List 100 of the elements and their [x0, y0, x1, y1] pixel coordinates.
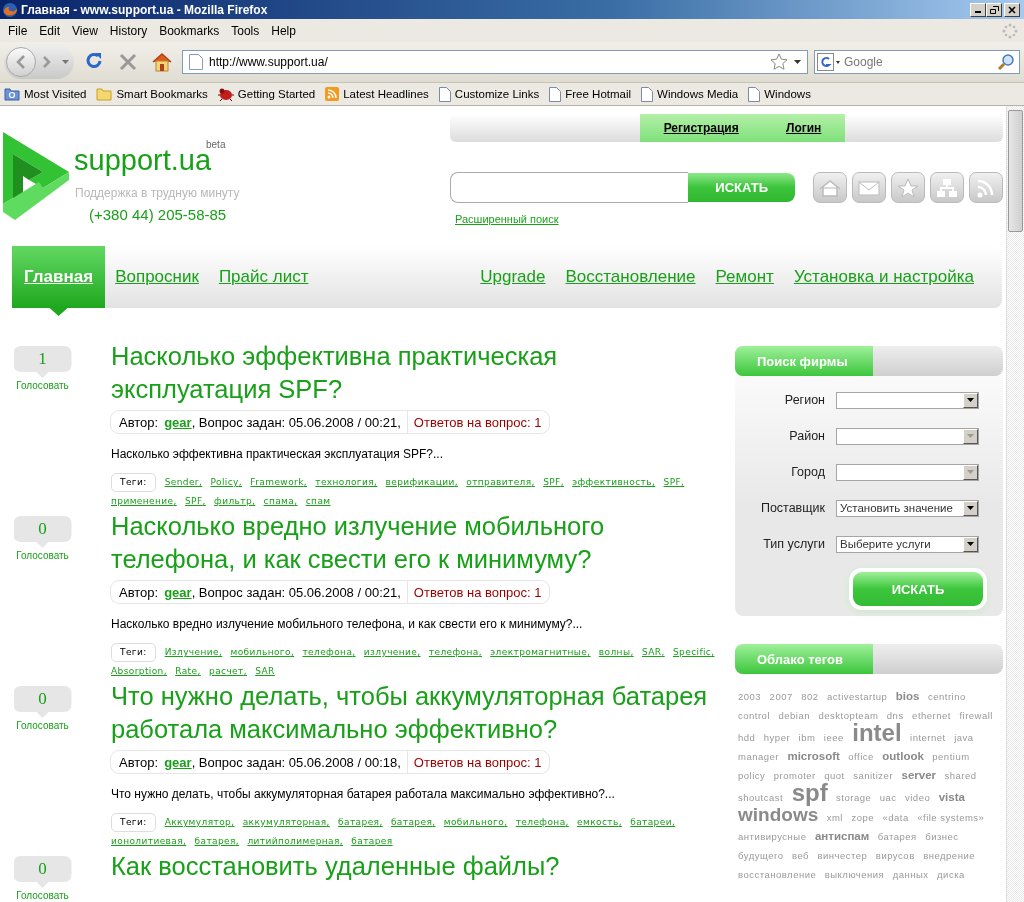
tag-link[interactable]: мобильного, [443, 817, 508, 827]
tag-link[interactable]: батарея, [338, 817, 383, 827]
select-field[interactable]: Установить значение [836, 499, 979, 517]
cloud-tag[interactable]: ieee [823, 732, 844, 743]
question-title[interactable]: Насколько эффективна практическая эксплуатация SPF? [111, 340, 723, 406]
menu-item[interactable]: File [2, 23, 34, 38]
cloud-tag[interactable]: java [954, 732, 974, 743]
cloud-tag[interactable]: hdd [738, 732, 756, 743]
cloud-tag[interactable]: firewall [959, 710, 993, 721]
tag-link[interactable]: электромагнитные, [490, 647, 591, 657]
cloud-tag[interactable]: pentium [932, 751, 970, 762]
tag-link[interactable]: SPF, [185, 496, 206, 506]
bookmark-item[interactable]: Free Hotmail [549, 86, 632, 102]
tag-link[interactable]: верификации, [385, 477, 458, 487]
question-title[interactable]: Что нужно делать, чтобы аккумуляторная батарея работала максимально эффективно? [111, 680, 723, 746]
menu-item[interactable]: Help [265, 23, 302, 38]
tag-link[interactable]: Specific, [672, 647, 715, 657]
cloud-tag[interactable]: video [905, 792, 931, 803]
bookmark-item[interactable]: Windows Media [641, 86, 739, 102]
bookmark-item[interactable]: Getting Started [217, 87, 316, 101]
tag-link[interactable]: емкость, [577, 817, 622, 827]
cloud-tag[interactable]: ibm [798, 732, 816, 743]
cloud-tag[interactable]: винчестер [817, 850, 868, 861]
nav-tab[interactable]: Ремонт [705, 246, 784, 308]
cloud-tag[interactable]: «file systems» [917, 812, 985, 823]
vote-link[interactable]: Голосовать [16, 720, 69, 731]
tag-link[interactable]: эффективность, [572, 477, 656, 487]
cloud-tag[interactable]: storage [836, 792, 872, 803]
tag-link[interactable]: SAR [255, 666, 275, 676]
address-field[interactable]: http://www.support.ua/ [182, 50, 808, 74]
vote-link[interactable]: Голосовать [16, 890, 69, 901]
cloud-tag[interactable]: hyper [763, 732, 791, 743]
cloud-tag[interactable]: sanitizer [853, 770, 894, 781]
cloud-tag[interactable]: «data [882, 812, 909, 823]
cloud-tag[interactable]: dns [886, 710, 904, 721]
tag-link[interactable]: SPF, [543, 477, 564, 487]
author-link[interactable]: gear [164, 754, 192, 770]
cloud-tag[interactable]: promoter [773, 770, 816, 781]
back-button[interactable] [6, 47, 36, 77]
bookmark-item[interactable]: Latest Headlines [325, 87, 429, 101]
author-link[interactable]: gear [164, 584, 192, 600]
tag-link[interactable]: применение, [111, 496, 177, 506]
tag-link[interactable]: литийполимерная, [247, 836, 344, 846]
nav-tab[interactable]: Upgrade [470, 246, 556, 308]
tag-link[interactable]: телефона, [515, 817, 569, 827]
tag-link[interactable]: излучение, [363, 647, 421, 657]
cloud-tag[interactable]: диска [937, 869, 965, 880]
star-icon[interactable] [770, 53, 788, 71]
rss-icon[interactable] [969, 172, 1003, 203]
search-button[interactable]: ИСКАТЬ [688, 173, 795, 202]
menu-item[interactable]: Bookmarks [153, 23, 226, 38]
search-field[interactable]: Google [814, 50, 1020, 74]
cloud-tag[interactable]: антиспам [814, 830, 870, 842]
cloud-tag[interactable]: shoutcast [738, 792, 784, 803]
cloud-tag[interactable]: ethernet [912, 710, 951, 721]
bookmark-item[interactable]: Customize Links [438, 86, 540, 102]
vote-link[interactable]: Голосовать [16, 380, 69, 391]
site-search-field[interactable] [450, 172, 689, 203]
nav-tab[interactable]: Установка и настройка [783, 246, 984, 308]
cloud-tag[interactable]: вирусов [875, 850, 915, 861]
search-engine-icon[interactable] [817, 53, 841, 71]
tag-link[interactable]: батарея [351, 836, 393, 846]
tag-link[interactable]: аккумуляторная, [242, 817, 330, 827]
tag-link[interactable]: Absorption, [111, 666, 167, 676]
tag-link[interactable]: Аккумулятор, [164, 817, 235, 827]
nav-tab[interactable]: Вопросник [105, 246, 209, 308]
tag-link[interactable]: батареи, [630, 817, 676, 827]
close-button[interactable] [1004, 2, 1020, 17]
cloud-tag[interactable]: policy [738, 770, 766, 781]
question-title[interactable]: Насколько вредно излучение мобильного телефона, и как свести его к минимуму? [111, 510, 723, 576]
nav-tab[interactable]: Главная [12, 246, 106, 316]
cloud-tag[interactable]: outlook [882, 750, 924, 762]
cloud-tag[interactable]: будущего [738, 850, 784, 861]
cloud-tag[interactable]: bios [895, 690, 920, 702]
menu-item[interactable]: Edit [33, 23, 67, 38]
question-title[interactable]: Как восстановить удаленные файлы? [111, 850, 723, 883]
select-field[interactable] [836, 391, 979, 409]
tag-link[interactable]: телефона, [428, 647, 482, 657]
cloud-tag[interactable]: zope [851, 812, 875, 823]
cloud-tag[interactable]: 802 [801, 691, 819, 702]
search-icon[interactable] [997, 53, 1015, 71]
tag-link[interactable]: телефона, [302, 647, 356, 657]
cloud-tag[interactable]: uac [879, 792, 897, 803]
cloud-tag[interactable]: shared [944, 770, 977, 781]
select-field[interactable]: Выберите услуги [836, 535, 979, 553]
tag-link[interactable]: Излучение, [164, 647, 223, 657]
tag-link[interactable]: мобильного, [230, 647, 295, 657]
cloud-tag[interactable]: vista [938, 791, 965, 803]
tag-link[interactable]: Policy, [210, 477, 243, 487]
cloud-tag[interactable]: 2007 [769, 691, 793, 702]
tag-link[interactable]: батарея, [390, 817, 436, 827]
tag-link[interactable]: фильтр, [214, 496, 256, 506]
mail-icon[interactable] [852, 172, 886, 203]
cloud-tag[interactable]: debian [778, 710, 810, 721]
tag-link[interactable]: SAR, [641, 647, 665, 657]
cloud-tag[interactable]: server [901, 769, 937, 781]
bookmark-item[interactable]: Smart Bookmarks [96, 87, 208, 101]
cloud-tag[interactable]: desktopteam [818, 710, 879, 721]
bookmark-item[interactable]: Most Visited [4, 87, 87, 101]
caret-icon[interactable] [794, 60, 801, 64]
